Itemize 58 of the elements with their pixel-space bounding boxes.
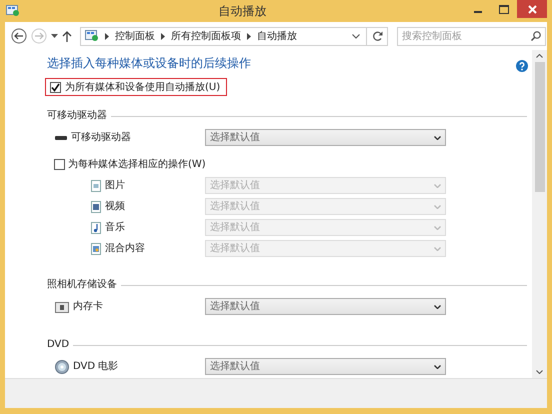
video-file-icon [91, 200, 101, 212]
disc-icon [55, 360, 69, 374]
picture-file-icon [91, 180, 101, 192]
up-button[interactable] [62, 30, 72, 42]
checkbox[interactable] [50, 82, 61, 92]
chevron-right-icon [105, 32, 109, 40]
app-icon [6, 4, 20, 18]
breadcrumb-link[interactable]: 控制面板 [115, 28, 155, 44]
help-icon[interactable] [516, 59, 528, 74]
chevron-right-icon [247, 32, 251, 40]
section-title: 照相机存储设备 [47, 278, 117, 292]
row-label: 视频 [105, 200, 125, 214]
mixed-file-icon [91, 242, 101, 254]
chevron-down-icon [434, 184, 441, 188]
row-label: 可移动驱动器 [71, 131, 131, 145]
autoplay-checkbox-row[interactable]: 为所有媒体和设备使用自动播放(U) [45, 78, 228, 96]
row-label: 内存卡 [73, 300, 103, 314]
checkbox-label: 为所有媒体和设备使用自动播放(U) [65, 80, 220, 94]
close-icon [528, 4, 536, 14]
breadcrumb-link[interactable]: 自动播放 [257, 28, 297, 44]
chevron-down-icon [434, 304, 441, 308]
dropdown[interactable]: 选择默认值 [205, 358, 446, 375]
checkbox[interactable] [54, 159, 65, 170]
row-label: 图片 [105, 178, 125, 193]
window-title: 自动播放 [218, 3, 268, 20]
dropdown-caret-icon[interactable] [51, 34, 58, 38]
dropdown[interactable]: 选择默认值 [205, 298, 446, 315]
chevron-down-icon [434, 226, 441, 230]
search-field[interactable]: 搜索控制面板 [397, 26, 546, 46]
section-title: DVD [47, 338, 70, 352]
chevron-down-icon [434, 136, 441, 140]
address-bar[interactable]: 控制面板 所有控制面板项 自动播放 [80, 26, 388, 46]
control-panel-icon [85, 30, 99, 42]
row-label: DVD 电影 [73, 360, 118, 374]
row-label: 音乐 [105, 220, 125, 235]
page-heading: 选择插入每种媒体或设备时的后续操作 [47, 55, 251, 72]
scrollbar-thumb[interactable] [534, 62, 544, 192]
drive-icon [55, 134, 67, 140]
memory-card-icon [55, 300, 69, 312]
search-icon [531, 30, 541, 40]
scroll-down-icon[interactable] [536, 370, 543, 374]
chevron-right-icon [161, 32, 165, 40]
chevron-down-icon [434, 364, 441, 368]
refresh-icon[interactable] [373, 31, 383, 41]
chevron-down-icon [434, 204, 441, 208]
dropdown[interactable]: 选择默认值 [205, 129, 446, 146]
chevron-down-icon [434, 246, 441, 250]
close-button[interactable] [517, 0, 547, 18]
row-label: 混合内容 [105, 242, 145, 256]
maximize-icon [499, 4, 509, 14]
section-title: 可移动驱动器 [47, 109, 107, 123]
breadcrumb-link[interactable]: 所有控制面板项 [171, 28, 241, 44]
back-button[interactable] [11, 28, 27, 44]
checkbox-label: 为每种媒体选择相应的操作(W) [68, 158, 206, 172]
option-checkbox-row[interactable]: 为每种媒体选择相应的操作(W) [47, 154, 206, 175]
chevron-down-icon[interactable] [352, 34, 360, 38]
scroll-up-icon[interactable] [536, 54, 543, 58]
music-file-icon [91, 222, 101, 234]
